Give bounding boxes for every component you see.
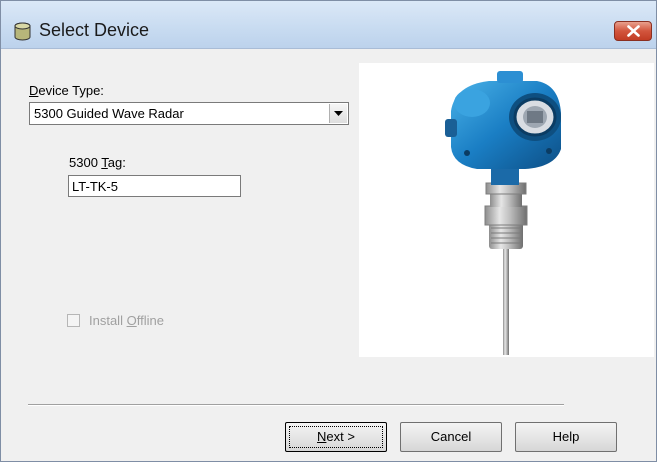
device-image-panel — [359, 63, 654, 357]
radar-level-transmitter-image — [445, 71, 561, 355]
tag-label-text: ag: — [107, 155, 126, 170]
install-offline-label: Install Offline — [89, 313, 164, 328]
select-device-dialog: Select Device Device Type: 5300 Guided W… — [0, 0, 657, 462]
install-offline-text: ffline — [136, 313, 164, 328]
next-button[interactable]: Next > — [285, 422, 387, 452]
install-offline-mnemonic: O — [126, 313, 137, 328]
help-button-label: Help — [552, 429, 580, 444]
device-type-dropdown[interactable]: 5300 Guided Wave Radar — [29, 102, 349, 125]
close-button[interactable] — [614, 21, 652, 41]
device-type-value: 5300 Guided Wave Radar — [34, 106, 184, 121]
device-type-label-mnemonic: D — [29, 83, 39, 98]
tag-input[interactable]: LT-TK-5 — [68, 175, 241, 197]
button-separator — [28, 404, 564, 406]
focus-rectangle — [289, 426, 383, 448]
chevron-down-icon — [334, 111, 343, 116]
cancel-button-label: Cancel — [430, 429, 472, 444]
install-offline-prefix: Install — [89, 313, 127, 328]
device-database-icon — [14, 22, 31, 41]
tag-input-value: LT-TK-5 — [72, 179, 118, 194]
device-type-label: Device Type: — [29, 83, 104, 98]
close-icon — [627, 25, 640, 37]
tag-label: 5300 Tag: — [69, 155, 126, 170]
install-offline-checkbox[interactable] — [67, 314, 80, 327]
tag-label-prefix: 5300 — [69, 155, 102, 170]
device-type-label-text: evice Type: — [38, 83, 104, 98]
help-button[interactable]: Help — [515, 422, 617, 452]
cancel-button[interactable]: Cancel — [400, 422, 502, 452]
dropdown-arrow-button[interactable] — [329, 104, 347, 123]
dialog-title: Select Device — [39, 20, 150, 40]
title-bar[interactable]: Select Device — [1, 1, 656, 49]
